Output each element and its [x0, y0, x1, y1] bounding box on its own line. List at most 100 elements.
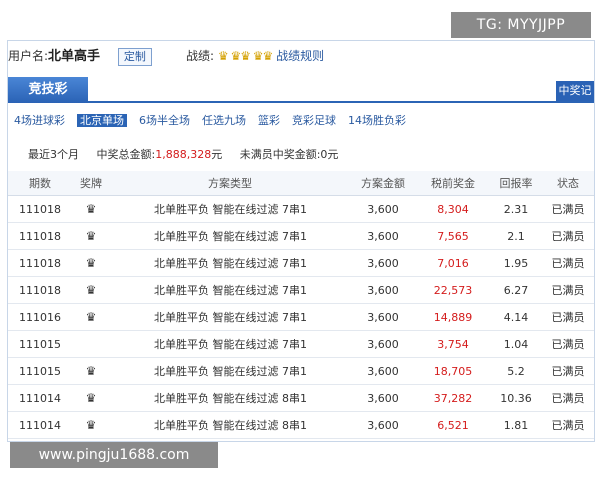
prize-cell: 3,754	[416, 330, 490, 358]
win-total-unit: 元	[211, 148, 223, 161]
scheme-cell: 北单胜平负 智能在线过滤 7串1	[110, 330, 350, 358]
prize-cell: 22,573	[416, 276, 490, 304]
period-cell: 111018	[8, 276, 72, 304]
unfilled-label: 未满员中奖金额:	[239, 148, 321, 161]
ratio-cell: 1.95	[490, 249, 542, 277]
records-panel: 用户名:北单高手 定制 战绩: ♛ ♛♛ ♛♛ 战绩规则 竞技彩 中奖记 4场进…	[7, 40, 595, 442]
table-row[interactable]: 111018 ♛ 北单胜平负 智能在线过滤 7串1 3,600 8,304 2.31 已满员	[8, 195, 594, 223]
amount-cell: 3,600	[350, 276, 416, 304]
table-row[interactable]: 111018 ♛ 北单胜平负 智能在线过滤 7串1 3,600 22,573 6.27 已满…	[8, 276, 594, 304]
period-cell: 111018	[8, 195, 72, 223]
tab-jingjicai[interactable]: 竞技彩	[8, 77, 88, 103]
scheme-cell: 北单胜平负 智能在线过滤 8串1	[110, 411, 350, 439]
win-total-value: 1,888,328	[155, 148, 212, 161]
period-cell: 111015	[8, 330, 72, 358]
ratio-cell: 1.06	[490, 438, 542, 441]
table-row[interactable]: 111015 北单胜平负 智能在线过滤 7串1 3,600 3,754 1.04 已满员	[8, 330, 594, 358]
period-cell: 111018	[8, 222, 72, 250]
period-cell: 111014	[8, 411, 72, 439]
crown-icon: ♛	[72, 195, 110, 223]
prize-cell: 18,705	[416, 357, 490, 385]
subtab-item-active[interactable]: 北京单场	[77, 114, 127, 127]
scheme-cell: 北单胜平负 智能在线过滤 8串1	[110, 384, 350, 412]
prize-cell: 3,823	[416, 438, 490, 441]
status-cell: 已满员	[542, 438, 594, 441]
table-row[interactable]: 111016 ♛ 北单胜平负 智能在线过滤 7串1 3,600 14,889 4.14 已满…	[8, 303, 594, 331]
col-amount[interactable]: 方案金额	[350, 171, 416, 196]
period-cell: 111016	[8, 303, 72, 331]
prize-cell: 37,282	[416, 384, 490, 412]
prize-cell: 7,565	[416, 222, 490, 250]
prize-cell: 6,521	[416, 411, 490, 439]
crown-icon	[72, 330, 110, 358]
subtab-item[interactable]: 4场进球彩	[14, 114, 65, 127]
table-row[interactable]: 111014 ♛ 北单胜平负 智能在线过滤 8串1 3,600 6,521 1.81 已满员	[8, 411, 594, 439]
scheme-cell: 北单胜平负 智能在线过滤 7串1	[110, 303, 350, 331]
record-rules-link[interactable]: 战绩规则	[276, 49, 324, 63]
user-line: 用户名:北单高手 定制 战绩: ♛ ♛♛ ♛♛ 战绩规则	[8, 45, 594, 67]
amount-cell: 3,600	[350, 303, 416, 331]
ratio-cell: 2.31	[490, 195, 542, 223]
scheme-cell: 北单胜平负 智能在线过滤 7串1	[110, 222, 350, 250]
customize-button[interactable]: 定制	[117, 47, 152, 66]
ratio-cell: 1.04	[490, 330, 542, 358]
win-records-button[interactable]: 中奖记	[556, 81, 594, 101]
amount-cell: 3,600	[350, 357, 416, 385]
subtab-item[interactable]: 14场胜负彩	[348, 114, 406, 127]
records-body: 111018 ♛ 北单胜平负 智能在线过滤 7串1 3,600 8,304 2.31 已满员…	[8, 195, 594, 441]
amount-cell: 3,600	[350, 384, 416, 412]
scheme-cell: 北单胜平负 智能在线过滤 7串1	[110, 357, 350, 385]
amount-cell: 3,600	[350, 438, 416, 441]
subtab-item[interactable]: 任选九场	[202, 114, 246, 127]
col-period[interactable]: 期数	[8, 171, 72, 196]
status-cell: 已满员	[542, 249, 594, 277]
col-scheme[interactable]: 方案类型	[110, 171, 350, 196]
prize-cell: 8,304	[416, 195, 490, 223]
status-cell: 已满员	[542, 222, 594, 250]
crown-icon: ♛	[72, 249, 110, 277]
crown-icon: ♛ ♛♛ ♛♛	[217, 49, 273, 63]
watermark-top: TG: MYYJJPP	[451, 12, 591, 38]
ratio-cell: 10.36	[490, 384, 542, 412]
username: 北单高手	[48, 49, 101, 64]
col-ratio[interactable]: 回报率	[490, 171, 542, 196]
table-header-row: 期数 奖牌 方案类型 方案金额 税前奖金 回报率 状态	[8, 171, 594, 196]
table-row[interactable]: 111015 ♛ 北单胜平负 智能在线过滤 7串1 3,600 18,705 5.2 已满员	[8, 357, 594, 385]
stats-period: 最近3个月	[28, 148, 79, 161]
crown-icon: ♛	[72, 303, 110, 331]
username-label: 用户名:	[8, 49, 49, 63]
table-row[interactable]: 111014 ♛ 北单胜平负 智能在线过滤 8串1 3,600 37,282 10.36 已…	[8, 384, 594, 412]
col-status[interactable]: 状态	[542, 171, 594, 196]
status-cell: 已满员	[542, 411, 594, 439]
subtab-item[interactable]: 竞彩足球	[292, 114, 336, 127]
status-cell: 已满员	[542, 357, 594, 385]
record-summary: 战绩: ♛ ♛♛ ♛♛ 战绩规则	[186, 45, 324, 67]
crown-icon: ♛	[72, 222, 110, 250]
prize-cell: 7,016	[416, 249, 490, 277]
amount-cell: 3,600	[350, 222, 416, 250]
crown-icon: ♛	[72, 276, 110, 304]
watermark-bottom: www.pingju1688.com	[10, 442, 218, 468]
table-row[interactable]: 111018 ♛ 北单胜平负 智能在线过滤 7串1 3,600 7,565 2.1 已满员	[8, 222, 594, 250]
ratio-cell: 2.1	[490, 222, 542, 250]
stats-line: 最近3个月 中奖总金额:1,888,328元 未满员中奖金额:0元	[28, 145, 338, 165]
status-cell: 已满员	[542, 384, 594, 412]
status-cell: 已满员	[542, 195, 594, 223]
amount-cell: 3,600	[350, 330, 416, 358]
scheme-cell: 北单胜平负 智能在线过滤 7串1	[110, 249, 350, 277]
prize-cell: 14,889	[416, 303, 490, 331]
scheme-cell: 北单胜平负 智能在线过滤 7串1	[110, 195, 350, 223]
period-cell: 111015	[8, 357, 72, 385]
crown-icon: ♛	[72, 411, 110, 439]
amount-cell: 3,600	[350, 411, 416, 439]
table-row[interactable]: 111018 ♛ 北单胜平负 智能在线过滤 7串1 3,600 7,016 1.95 已满员	[8, 249, 594, 277]
subtab-item[interactable]: 篮彩	[258, 114, 280, 127]
col-medal[interactable]: 奖牌	[72, 171, 110, 196]
status-cell: 已满员	[542, 276, 594, 304]
status-cell: 已满员	[542, 330, 594, 358]
records-table: 期数 奖牌 方案类型 方案金额 税前奖金 回报率 状态 111018 ♛ 北单胜平负…	[8, 171, 594, 441]
col-prize[interactable]: 税前奖金	[416, 171, 490, 196]
ratio-cell: 5.2	[490, 357, 542, 385]
amount-cell: 3,600	[350, 249, 416, 277]
subtab-item[interactable]: 6场半全场	[139, 114, 190, 127]
